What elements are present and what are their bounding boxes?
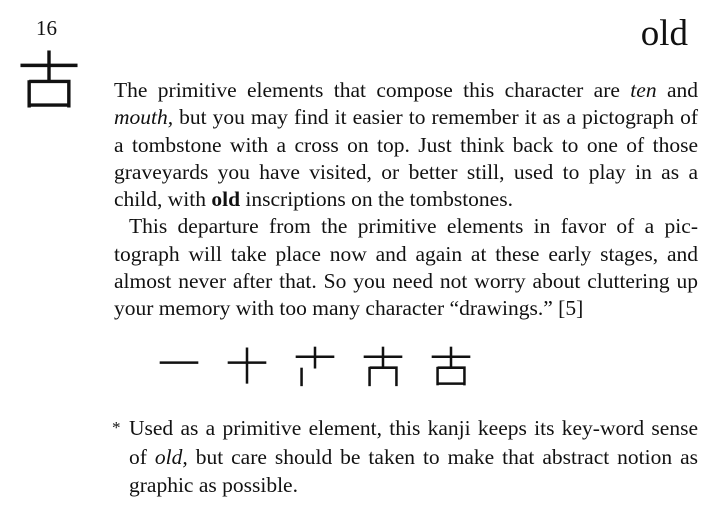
kanji-character: 古: [18, 48, 80, 110]
stroke-step-3: [294, 345, 336, 387]
stroke-step-1: [158, 345, 200, 387]
footnote: * Used as a primitive element, this kanj…: [112, 414, 698, 500]
main-text: The primitive elements that compose this…: [114, 77, 698, 323]
stroke-step-4: [362, 345, 404, 387]
frame-number: 16: [36, 16, 57, 40]
paragraph-2: This departure from the primitive elemen…: [114, 214, 698, 321]
footnote-asterisk: *: [112, 418, 121, 437]
stroke-step-2: [226, 345, 268, 387]
keyword-title: old: [640, 13, 688, 54]
paragraph-1: The primitive elements that compose this…: [114, 78, 698, 212]
stroke-step-5: [430, 345, 472, 387]
footnote-text: Used as a primitive element, this kanji …: [129, 416, 698, 497]
